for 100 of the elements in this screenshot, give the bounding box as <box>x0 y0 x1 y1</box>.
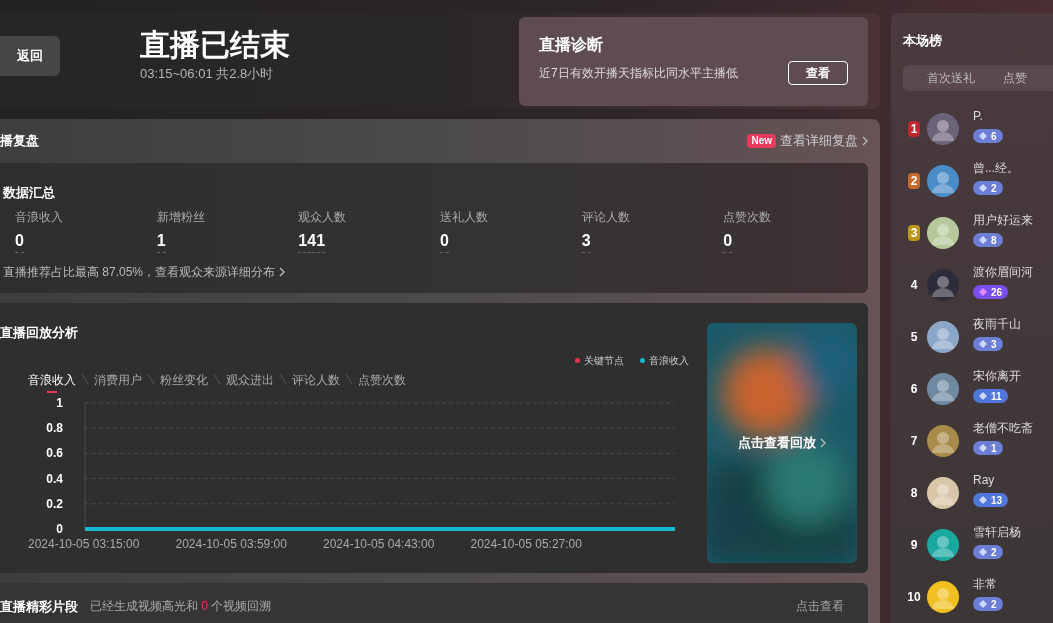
gift-count: 13 <box>973 493 1009 507</box>
avatar <box>927 477 959 509</box>
y-tick-label: 0.2 <box>46 496 63 511</box>
user-name: 曾...经。 <box>973 160 1019 177</box>
user-name: P. <box>973 108 984 125</box>
source-note-link[interactable]: 直播推荐占比最高 87.05%，查看观众来源详细分布 <box>3 263 276 281</box>
rank-number: 1 <box>907 121 921 137</box>
rank-number: 9 <box>909 537 919 553</box>
metric-value: 0 <box>723 230 733 253</box>
metric-label: 音浪收入 <box>15 209 63 226</box>
avatar <box>927 113 959 145</box>
gift-count: 11 <box>973 389 1008 403</box>
gift-count: 2 <box>973 545 1003 559</box>
tab-separator-icon <box>345 373 353 385</box>
ranking-tab[interactable]: 首次送礼 <box>927 68 975 87</box>
diamond-icon <box>979 496 987 504</box>
rank-number: 7 <box>909 433 919 449</box>
diagnosis-text: 近7日有效开播天指标比同水平主播低 <box>539 64 738 82</box>
gift-count: 26 <box>973 285 1009 299</box>
avatar <box>927 373 959 405</box>
y-tick-label: 1 <box>56 395 63 410</box>
diamond-icon <box>979 340 987 348</box>
metric-value: 0 <box>440 230 449 253</box>
diamond-icon <box>979 600 987 608</box>
section-title: 直播精彩片段 <box>0 598 78 616</box>
metric-label: 新增粉丝 <box>156 209 205 226</box>
user-name: 夜雨千山 <box>973 316 1021 333</box>
diamond-icon <box>979 548 987 556</box>
metric-label: 观众人数 <box>298 209 347 226</box>
avatar <box>927 321 959 353</box>
new-badge: New <box>747 134 776 148</box>
user-name: 非常 <box>973 576 998 593</box>
avatar <box>927 425 959 457</box>
tab-separator-icon <box>279 373 287 385</box>
diamond-icon <box>979 132 987 140</box>
diamond-icon <box>979 288 987 296</box>
view-highlights-link[interactable]: 点击查看 <box>796 597 844 615</box>
user-name: 老僧不吃斋 <box>973 420 1033 437</box>
tab-separator-icon <box>213 373 221 385</box>
chevron-right-icon <box>862 136 868 146</box>
card-title: 直播回放分析 <box>0 324 79 342</box>
metric-label: 送礼人数 <box>440 209 488 226</box>
chart-tab[interactable]: 观众进出 <box>226 371 274 393</box>
metric-label: 点赞次数 <box>723 209 772 226</box>
x-tick-label: 2024-10-05 04:43:00 <box>323 536 435 551</box>
avatar <box>927 529 959 561</box>
rank-number: 5 <box>909 329 919 345</box>
chart-tab[interactable]: 粉丝变化 <box>160 371 208 393</box>
y-tick-label: 0 <box>56 521 63 536</box>
x-tick-label: 2024-10-05 03:15:00 <box>28 536 140 551</box>
rank-number: 8 <box>909 485 919 501</box>
page-title: 直播已结束 <box>140 27 290 64</box>
back-button[interactable]: 返回 <box>0 36 60 76</box>
user-name: 用户好运来 <box>973 212 1033 229</box>
user-name: Ray <box>973 472 996 489</box>
live-duration: 03:15~06:01 共2.8小时 <box>140 65 275 84</box>
card-title: 直播诊断 <box>539 34 604 55</box>
chart-tab[interactable]: 点赞次数 <box>358 371 406 393</box>
avatar <box>927 165 959 197</box>
avatar <box>927 581 959 613</box>
gift-count: 1 <box>973 441 1003 455</box>
user-name: 雪轩启杨 <box>973 524 1021 541</box>
diamond-icon <box>979 236 987 244</box>
x-tick-label: 2024-10-05 05:27:00 <box>470 536 582 551</box>
rank-number: 3 <box>907 225 921 241</box>
metric-value: 0 <box>15 230 24 253</box>
view-button[interactable]: 查看 <box>788 60 848 85</box>
section-title: 播复盘 <box>0 132 39 151</box>
replay-preview[interactable]: 点击查看回放 <box>707 323 857 563</box>
metric-value: 3 <box>581 230 591 253</box>
avatar <box>927 269 959 301</box>
user-name: 宋你离开 <box>973 368 1021 385</box>
tab-separator-icon <box>147 373 155 385</box>
highlights-text: 已经生成视频高光和 0 个视频回溯 <box>90 598 272 615</box>
diamond-icon <box>979 444 987 452</box>
card-title: 数据汇总 <box>3 185 55 200</box>
legend-label: 音浪收入 <box>649 353 689 368</box>
rank-number: 10 <box>906 589 922 605</box>
ranking-tab[interactable]: 点赞 <box>1003 68 1027 87</box>
tab-separator-icon <box>81 373 89 385</box>
chart-tab[interactable]: 音浪收入 <box>28 371 76 393</box>
rank-number: 4 <box>909 277 919 293</box>
y-tick-label: 0.8 <box>46 420 63 435</box>
chart-tab[interactable]: 消费用户 <box>94 371 142 393</box>
chevron-right-icon <box>279 267 286 277</box>
x-tick-label: 2024-10-05 03:59:00 <box>175 536 287 551</box>
gift-count: 6 <box>973 129 1003 143</box>
y-tick-label: 0.4 <box>46 471 63 486</box>
metric-label: 评论人数 <box>581 209 630 226</box>
user-name: 渡你眉间河 <box>973 264 1033 281</box>
detail-review-link[interactable]: 查看详细复盘 <box>780 131 868 151</box>
metric-value: 1 <box>156 230 166 253</box>
gift-count: 8 <box>973 233 1003 247</box>
gift-count: 2 <box>973 597 1003 611</box>
legend-label: 关键节点 <box>584 353 624 368</box>
y-tick-label: 0.6 <box>46 445 63 460</box>
diamond-icon <box>979 392 987 400</box>
chart-tab[interactable]: 评论人数 <box>292 371 340 393</box>
avatar <box>927 217 959 249</box>
chevron-right-icon <box>820 438 826 448</box>
